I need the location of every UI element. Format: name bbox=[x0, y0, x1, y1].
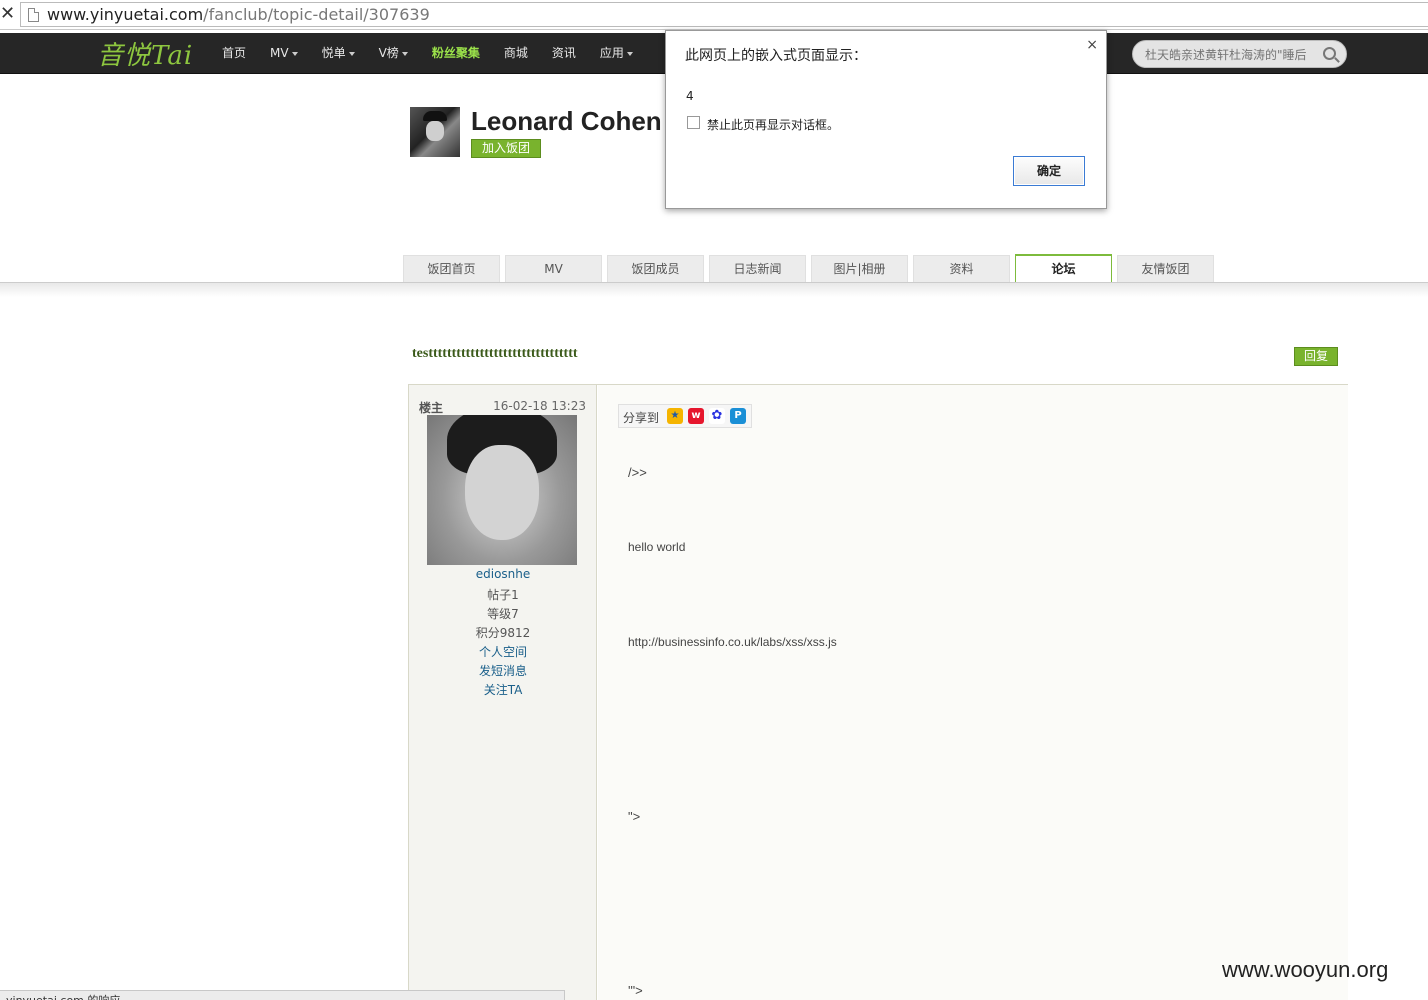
stop-icon[interactable]: ✕ bbox=[0, 3, 15, 25]
weibo-icon[interactable]: w bbox=[688, 408, 704, 424]
qzone-icon[interactable]: ★ bbox=[667, 408, 683, 424]
status-text: yinyuetai.com 的响应... bbox=[6, 992, 131, 1000]
nav-apps[interactable]: 应用 bbox=[588, 33, 645, 74]
url-field[interactable]: www.yinyuetai.com/fanclub/topic-detail/3… bbox=[20, 2, 1428, 27]
tab-shadow bbox=[0, 283, 1428, 297]
nav-vchart-label: V榜 bbox=[378, 46, 399, 60]
chevron-down-icon bbox=[348, 51, 355, 56]
nav-mv[interactable]: MV bbox=[258, 33, 310, 74]
url-text: www.yinyuetai.com/fanclub/topic-detail/3… bbox=[47, 5, 430, 25]
browser-status-bar: yinyuetai.com 的响应... bbox=[0, 990, 565, 1000]
suppress-dialogs-checkbox[interactable] bbox=[687, 116, 700, 129]
nav-home[interactable]: 首页 bbox=[210, 33, 258, 74]
post-line: hello world bbox=[628, 540, 686, 554]
fanclub-tabs: 饭团首页 MV 饭团成员 日志新闻 图片|相册 资料 论坛 友情饭团 bbox=[403, 254, 1219, 284]
post-line: "> bbox=[628, 809, 641, 824]
author-level: 等级7 bbox=[487, 607, 519, 621]
share-bar: 分享到 ★ w ✿ P bbox=[618, 404, 752, 428]
watermark: www.wooyun.org bbox=[1222, 957, 1389, 982]
tab-photos[interactable]: 图片|相册 bbox=[811, 255, 908, 283]
site-search bbox=[1132, 40, 1347, 68]
nav-playlist[interactable]: 悦单 bbox=[310, 33, 367, 74]
author-points: 积分9812 bbox=[475, 626, 531, 640]
tab-mv[interactable]: MV bbox=[505, 255, 602, 283]
author-message-link[interactable]: 发短消息 bbox=[409, 662, 597, 679]
tab-forum[interactable]: 论坛 bbox=[1015, 254, 1112, 284]
user-avatar[interactable] bbox=[427, 415, 577, 565]
chevron-down-icon bbox=[291, 51, 298, 56]
fanclub-name: Leonard Cohen bbox=[471, 106, 662, 136]
post-line: http://businessinfo.co.uk/labs/xss/xss.j… bbox=[628, 635, 837, 649]
ok-button[interactable]: 确定 bbox=[1013, 156, 1085, 186]
tab-news[interactable]: 日志新闻 bbox=[709, 255, 806, 283]
chevron-down-icon bbox=[401, 51, 408, 56]
tab-friend-clubs[interactable]: 友情饭团 bbox=[1117, 255, 1214, 283]
dialog-message: 4 bbox=[686, 89, 694, 103]
pengyou-icon[interactable]: P bbox=[730, 408, 746, 424]
tab-home[interactable]: 饭团首页 bbox=[403, 255, 500, 283]
page-icon bbox=[28, 8, 39, 22]
dialog-title: 此网页上的嵌入式页面显示： bbox=[685, 48, 867, 64]
topic-title: testttttttttttttttttttttttttttttttt bbox=[412, 346, 578, 361]
search-input[interactable] bbox=[1145, 46, 1317, 64]
share-label: 分享到 bbox=[623, 411, 660, 425]
nav-shop[interactable]: 商城 bbox=[492, 33, 540, 74]
nav-shop-label: 商城 bbox=[503, 46, 528, 60]
author-follow-link[interactable]: 关注TA bbox=[409, 681, 597, 698]
suppress-dialogs-label[interactable]: 禁止此页再显示对话框。 bbox=[707, 116, 839, 133]
nav-home-label: 首页 bbox=[222, 46, 247, 60]
floor-label: 楼主 bbox=[419, 401, 444, 415]
search-icon[interactable] bbox=[1323, 47, 1336, 60]
join-fanclub-button[interactable]: 加入饭团 bbox=[471, 139, 541, 158]
tab-members[interactable]: 饭团成员 bbox=[607, 255, 704, 283]
author-posts: 帖子1 bbox=[487, 588, 519, 602]
nav-news-label: 资讯 bbox=[551, 46, 576, 60]
nav-mv-label: MV bbox=[270, 46, 289, 60]
site-logo[interactable]: 音悦Tai bbox=[97, 35, 193, 72]
alert-dialog: 此网页上的嵌入式页面显示： × 4 禁止此页再显示对话框。 确定 bbox=[665, 30, 1107, 209]
baidu-icon[interactable]: ✿ bbox=[709, 408, 725, 424]
author-space-link[interactable]: 个人空间 bbox=[409, 643, 597, 660]
chevron-down-icon bbox=[626, 51, 633, 56]
browser-address-bar: ✕ www.yinyuetai.com/fanclub/topic-detail… bbox=[0, 0, 1428, 30]
author-name[interactable]: ediosnhe bbox=[409, 567, 597, 581]
nav-news[interactable]: 资讯 bbox=[540, 33, 588, 74]
fanclub-avatar bbox=[410, 107, 460, 157]
url-host: www.yinyuetai.com bbox=[47, 5, 204, 24]
post-content: 分享到 ★ w ✿ P />> hello world http://busin… bbox=[598, 385, 1348, 1000]
close-icon[interactable]: × bbox=[1086, 37, 1098, 53]
post-author-panel: 楼主 16-02-18 13:23 ediosnhe 帖子1 等级7 积分981… bbox=[409, 385, 597, 1000]
main-nav: 首页 MV 悦单 V榜 粉丝聚集 商城 资讯 应用 bbox=[210, 33, 645, 74]
forum-post: 楼主 16-02-18 13:23 ediosnhe 帖子1 等级7 积分981… bbox=[408, 384, 1348, 1000]
nav-playlist-label: 悦单 bbox=[321, 46, 346, 60]
tab-profile[interactable]: 资料 bbox=[913, 255, 1010, 283]
post-time: 16-02-18 13:23 bbox=[493, 399, 586, 413]
nav-fanclub-label: 粉丝聚集 bbox=[431, 46, 480, 60]
nav-apps-label: 应用 bbox=[599, 46, 624, 60]
nav-fanclub[interactable]: 粉丝聚集 bbox=[420, 33, 492, 74]
url-path: /fanclub/topic-detail/307639 bbox=[203, 5, 430, 24]
post-line: '"> bbox=[628, 983, 643, 998]
reply-button[interactable]: 回复 bbox=[1294, 347, 1338, 366]
post-line: />> bbox=[628, 465, 647, 480]
nav-vchart[interactable]: V榜 bbox=[367, 33, 420, 74]
